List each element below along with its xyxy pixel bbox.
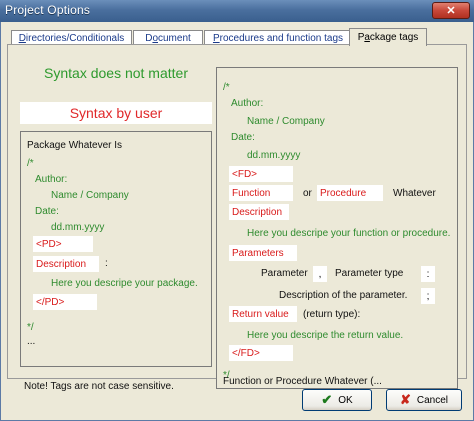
checkmark-icon: ✔ [321,392,333,407]
return-value-tag-field[interactable]: Return value [229,306,297,322]
return-type-text: (return type): [303,309,361,320]
comma-field[interactable]: , [313,266,327,282]
tab-label: Package tags [357,32,419,43]
package-template-box: Package Whatever Is /* Author: Name / Co… [20,131,212,367]
semicolon-field[interactable]: ; [421,288,435,304]
description-tag: Description [36,258,87,270]
procedure-tag: Procedure [320,187,367,199]
close-button[interactable]: ✕ [432,2,470,19]
colon: : [426,268,430,280]
package-line: Package Whatever Is [27,140,123,151]
ellipsis: ... [27,336,36,347]
function-line: Function or Procedure Whatever (... [223,376,382,387]
description-tag-field[interactable]: Description [33,256,99,272]
author-label: Author: [35,174,68,185]
fd-close-tag-field[interactable]: </FD> [229,345,293,361]
author-value: Name / Company [247,116,325,127]
tab-procedures-function-tags[interactable]: Procedures and function tags [204,30,352,45]
comma: , [318,268,322,280]
ok-button[interactable]: ✔ OK [302,389,372,411]
window-title: Project Options [5,3,91,17]
ok-label: OK [338,394,353,406]
author-label: Author: [231,98,264,109]
parameter-type-text: Parameter type [335,268,404,279]
pd-tag: <PD> [36,238,62,250]
dialog-body: Directories/Conditionals Document Proced… [0,22,474,421]
parameter-text: Parameter [261,268,308,279]
parameters-tag: Parameters [232,247,284,259]
semicolon: ; [426,290,430,302]
cancel-label: Cancel [416,394,449,406]
return-description: Here you descripe the return value. [247,330,404,341]
author-value: Name / Company [51,190,129,201]
syntax-title: Syntax does not matter [44,65,188,81]
function-tag-field[interactable]: Function [229,185,293,201]
syntax-by-user-label: Syntax by user [20,102,212,124]
description-tag-field[interactable]: Description [229,204,289,220]
tab-directories-conditionals[interactable]: Directories/Conditionals [11,30,132,45]
cancel-button[interactable]: ✘ Cancel [386,389,462,411]
function-tag: Function [232,187,271,199]
tab-package-tags[interactable]: Package tags [349,28,427,46]
title-bar: Project Options ✕ [0,0,474,22]
return-value-tag: Return value [232,308,289,320]
tab-label: Procedures and function tags [212,32,344,44]
package-description: Here you descripe your package. [51,278,198,289]
pd-close-tag: </PD> [36,296,65,308]
or-text: or [303,188,312,199]
case-sensitivity-note: Note! Tags are not case sensitive. [24,381,174,392]
close-icon: ✕ [446,5,456,17]
tab-label: Directories/Conditionals [18,32,125,44]
procedure-tag-field[interactable]: Procedure [317,185,383,201]
parameters-tag-field[interactable]: Parameters [229,245,297,261]
tab-label: Document [145,32,191,44]
colon: : [105,258,108,269]
date-value: dd.mm.yyyy [51,222,105,233]
whatever-text: Whatever [393,188,436,199]
date-value: dd.mm.yyyy [247,150,301,161]
pd-close-tag-field[interactable]: </PD> [33,294,97,310]
date-label: Date: [35,206,59,217]
procedure-template-box: /* Author: Name / Company Date: dd.mm.yy… [216,67,458,389]
fd-close-tag: </FD> [232,347,260,359]
x-icon: ✘ [399,392,411,407]
pd-tag-field[interactable]: <PD> [33,236,93,252]
open-comment: /* [223,82,230,93]
package-tags-panel: Syntax does not matter Syntax by user Pa… [7,44,467,392]
colon-field[interactable]: : [421,266,435,282]
date-label: Date: [231,132,255,143]
fd-tag: <FD> [232,168,258,180]
open-comment: /* [27,158,34,169]
tab-document[interactable]: Document [133,30,203,45]
description-tag: Description [232,206,283,218]
function-description: Here you descripe your function or proce… [247,228,451,239]
fd-tag-field[interactable]: <FD> [229,166,293,182]
close-comment: */ [27,322,34,333]
param-description: Description of the parameter. [279,290,408,301]
